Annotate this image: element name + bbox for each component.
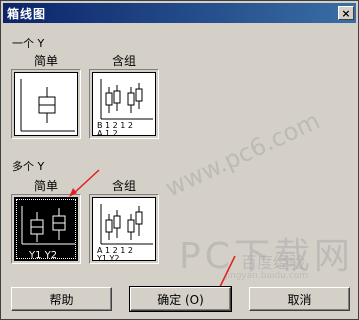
single-y-cluster-option[interactable]: B 1 2 1 2 A 1 2 xyxy=(89,69,159,139)
watermark-baidu-jingyan: 百度经验 xyxy=(241,253,306,272)
cancel-button-label: 取消 xyxy=(287,292,312,307)
ok-button[interactable]: 确定 (O) xyxy=(129,286,232,312)
single-cluster-boxplot-icon: B 1 2 1 2 A 1 2 xyxy=(97,79,153,137)
single-cluster-label: 含组 xyxy=(111,54,136,68)
single-cluster-axis-row2: A 1 2 xyxy=(97,129,118,137)
boxplot-dialog: 箱线图 × 一个 Y 简单 含组 B 1 2 1 2 A 1 2 多个 Y 简单… xyxy=(0,0,359,320)
single-simple-boxplot-icon xyxy=(20,79,75,132)
annotation-arrow-top xyxy=(69,169,100,197)
group-label-multi-y: 多个 Y xyxy=(12,160,45,173)
multi-y-simple-option[interactable]: Y1 Y2 xyxy=(11,194,81,264)
multi-simple-boxplot-icon: Y1 Y2 xyxy=(21,206,75,261)
multi-cluster-axis-row2: Y1 Y2 xyxy=(96,254,120,262)
help-button-label: 帮助 xyxy=(49,292,74,307)
cancel-button[interactable]: 取消 xyxy=(249,287,350,311)
watermark-site: www.pc6.com xyxy=(161,106,325,203)
single-y-simple-option[interactable] xyxy=(11,69,81,139)
multi-cluster-boxplot-icon: A 1 2 1 2 Y1 Y2 xyxy=(96,204,153,262)
title-bar[interactable]: 箱线图 × xyxy=(3,3,356,23)
group-label-single-y: 一个 Y xyxy=(12,37,45,50)
multi-y-cluster-option[interactable]: A 1 2 1 2 Y1 Y2 xyxy=(89,194,159,264)
ok-button-label: 确定 (O) xyxy=(157,292,204,307)
close-icon: × xyxy=(341,6,351,20)
window-title: 箱线图 xyxy=(7,6,47,21)
help-button[interactable]: 帮助 xyxy=(11,287,112,311)
close-button[interactable]: × xyxy=(338,6,354,20)
multi-simple-axis-label: Y1 Y2 xyxy=(28,250,57,261)
single-simple-label: 简单 xyxy=(33,54,58,68)
